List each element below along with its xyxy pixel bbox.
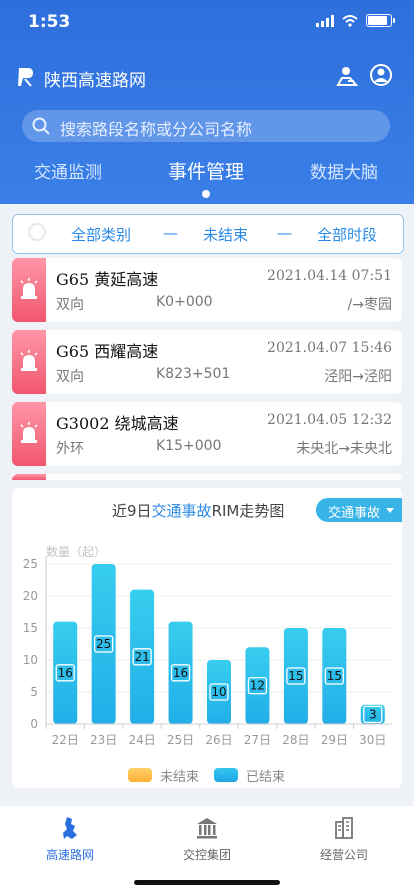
- event-filter-bar: 全部类别 — 未结束 — 全部时段: [12, 214, 404, 254]
- profile-icon[interactable]: [370, 64, 392, 86]
- nav-label: 交控集团: [182, 848, 231, 862]
- tab-data-brain[interactable]: 数据大脑: [310, 158, 378, 183]
- tab-event-management[interactable]: 事件管理: [168, 157, 244, 184]
- event-route: 泾阳→泾阳: [324, 369, 392, 385]
- main-tabs: 交通监测 事件管理 数据大脑: [0, 158, 414, 192]
- data-label: 15: [288, 669, 303, 683]
- filter-state[interactable]: 未结束: [203, 224, 248, 245]
- event-details: 外环 K15+000 未央北→未央北: [56, 438, 392, 458]
- legend-swatch-closed: [214, 768, 238, 782]
- x-tick-label: 24日: [128, 733, 155, 747]
- event-route: /→枣园: [347, 297, 392, 313]
- alarm-badge: [12, 330, 46, 394]
- signal-icon: [316, 14, 334, 27]
- y-tick-label: 25: [23, 557, 38, 571]
- event-direction: 双向: [56, 369, 84, 385]
- alarm-light-icon: [20, 350, 38, 371]
- x-tick-label: 27日: [244, 733, 271, 747]
- event-details: 双向 K0+000 /→枣园: [56, 294, 392, 314]
- y-tick-label: 5: [30, 685, 38, 699]
- filter-period[interactable]: 全部时段: [317, 224, 377, 245]
- header: 1:53 陕西高速路网 搜索路段名称或分公司名称 交通监测 事件管理 数据大脑: [0, 0, 414, 204]
- y-tick-label: 0: [30, 717, 38, 731]
- event-card-partial[interactable]: [12, 474, 402, 480]
- status-bar: 1:53: [0, 10, 414, 36]
- x-tick-label: 29日: [321, 733, 348, 747]
- event-card[interactable]: G65 西耀高速 2021.04.07 15:46 双向 K823+501 泾阳…: [12, 330, 402, 394]
- event-route: 未央北→未央北: [296, 441, 392, 457]
- app-title: 陕西高速路网: [44, 71, 146, 91]
- status-time: 1:53: [28, 12, 71, 32]
- building-icon: [335, 817, 353, 839]
- x-tick-label: 26日: [205, 733, 232, 747]
- alarm-badge: [12, 474, 46, 480]
- filter-separator: —: [277, 224, 292, 242]
- event-road: G65 黄延高速: [56, 270, 159, 289]
- data-label: 12: [250, 679, 265, 693]
- y-tick-label: 15: [23, 621, 38, 635]
- search-icon: [28, 223, 46, 241]
- data-label: 21: [134, 650, 149, 664]
- x-tick-label: 28日: [282, 733, 309, 747]
- event-date: 2021.04.07 15:46: [267, 340, 392, 356]
- wifi-icon: [342, 14, 358, 27]
- app-logo-icon: [18, 68, 33, 87]
- nav-label: 经营公司: [319, 848, 368, 862]
- nav-highway-network[interactable]: 高速路网: [20, 816, 120, 863]
- legend-label-open: 未结束: [160, 770, 200, 785]
- search-input[interactable]: 搜索路段名称或分公司名称: [60, 116, 252, 140]
- x-tick-label: 22日: [52, 733, 79, 747]
- event-position: K15+000: [156, 438, 222, 454]
- battery-icon: [366, 14, 395, 27]
- data-label: 3: [369, 707, 377, 721]
- data-label: 15: [327, 669, 342, 683]
- data-label: 25: [96, 637, 111, 651]
- search-icon: [32, 117, 50, 135]
- tab-traffic-monitoring[interactable]: 交通监测: [34, 158, 102, 183]
- home-indicator: [134, 880, 280, 885]
- alarm-badge: [12, 258, 46, 322]
- event-direction: 双向: [56, 297, 84, 313]
- nav-transport-group[interactable]: 交控集团: [157, 816, 257, 863]
- x-tick-label: 25日: [167, 733, 194, 747]
- event-date: 2021.04.14 07:51: [267, 268, 392, 284]
- legend-swatch-open: [128, 768, 152, 782]
- nav-label: 高速路网: [45, 848, 94, 862]
- x-tick-label: 23日: [90, 733, 117, 747]
- accident-trend-panel: 近9日交通事故RIM走势图 交通事故 数量（起） 0 5 10 15 20 25 16 22日 2…: [12, 488, 402, 788]
- filter-category[interactable]: 全部类别: [71, 224, 131, 245]
- filter-separator: —: [163, 224, 178, 242]
- data-label: 10: [211, 685, 226, 699]
- data-label: 16: [58, 666, 73, 680]
- alarm-badge: [12, 402, 46, 466]
- event-road: G65 西耀高速: [56, 342, 159, 361]
- search-bar[interactable]: 搜索路段名称或分公司名称: [22, 110, 390, 142]
- active-tab-indicator: [202, 190, 210, 198]
- status-icons: [316, 14, 395, 27]
- y-tick-label: 10: [23, 653, 38, 667]
- y-axis-label: 数量（起）: [46, 544, 106, 559]
- event-position: K0+000: [156, 294, 213, 310]
- event-position: K823+501: [156, 366, 231, 382]
- event-details: 双向 K823+501 泾阳→泾阳: [56, 366, 392, 386]
- x-tick-label: 30日: [359, 733, 386, 747]
- y-tick-label: 20: [23, 589, 38, 603]
- data-label: 16: [173, 666, 188, 680]
- bank-icon: [197, 818, 217, 839]
- event-date: 2021.04.05 12:32: [267, 412, 392, 428]
- alarm-light-icon: [20, 422, 38, 443]
- event-card[interactable]: G65 黄延高速 2021.04.14 07:51 双向 K0+000 /→枣园: [12, 258, 402, 322]
- event-road: G3002 绕城高速: [56, 414, 179, 433]
- event-card[interactable]: G3002 绕城高速 2021.04.05 12:32 外环 K15+000 未…: [12, 402, 402, 466]
- province-map-icon: [63, 817, 77, 839]
- event-direction: 外环: [56, 441, 84, 457]
- legend-label-closed: 已结束: [246, 770, 286, 785]
- alarm-light-icon: [20, 278, 38, 299]
- map-user-icon[interactable]: [336, 65, 358, 87]
- app-bar: 陕西高速路网: [0, 62, 414, 92]
- bar-chart: 数量（起） 0 5 10 15 20 25 16 22日 25 23日 21 24日 16 25日 10 26日…: [23, 544, 392, 747]
- nav-operating-company[interactable]: 经营公司: [294, 816, 394, 863]
